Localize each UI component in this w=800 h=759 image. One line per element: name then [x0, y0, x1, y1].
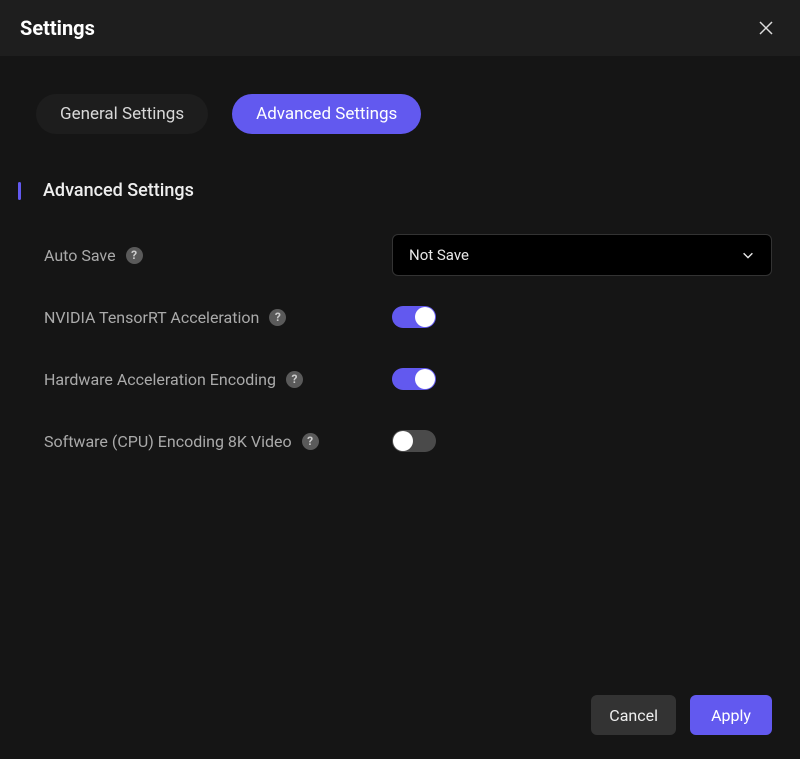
hwenc-toggle[interactable] — [392, 368, 436, 390]
cancel-button[interactable]: Cancel — [591, 695, 676, 735]
tab-advanced[interactable]: Advanced Settings — [232, 94, 421, 134]
footer-buttons: Cancel Apply — [591, 695, 772, 735]
settings-rows: Auto Save ? Not Save NVIDIA TensorRT Acc… — [28, 233, 772, 463]
close-button[interactable] — [752, 14, 780, 42]
autosave-label: Auto Save — [44, 246, 116, 265]
toggle-knob — [415, 307, 435, 327]
hwenc-label: Hardware Acceleration Encoding — [44, 370, 276, 389]
section-marker — [18, 182, 21, 200]
cpu8k-label: Software (CPU) Encoding 8K Video — [44, 432, 292, 451]
tab-general[interactable]: General Settings — [36, 94, 208, 134]
tensorrt-label: NVIDIA TensorRT Acceleration — [44, 308, 259, 327]
section-header: Advanced Settings — [18, 180, 772, 201]
page-title: Settings — [20, 16, 95, 40]
toggle-knob — [393, 431, 413, 451]
section-title: Advanced Settings — [43, 180, 194, 201]
titlebar: Settings — [0, 0, 800, 56]
row-cpu8k: Software (CPU) Encoding 8K Video ? — [44, 419, 772, 463]
close-icon — [758, 20, 774, 36]
row-label-wrap: NVIDIA TensorRT Acceleration ? — [44, 308, 392, 327]
row-label-wrap: Auto Save ? — [44, 246, 392, 265]
help-icon[interactable]: ? — [126, 247, 143, 264]
row-label-wrap: Hardware Acceleration Encoding ? — [44, 370, 392, 389]
row-label-wrap: Software (CPU) Encoding 8K Video ? — [44, 432, 392, 451]
autosave-select[interactable]: Not Save — [392, 234, 772, 276]
tensorrt-toggle[interactable] — [392, 306, 436, 328]
apply-button[interactable]: Apply — [690, 695, 772, 735]
row-autosave: Auto Save ? Not Save — [44, 233, 772, 277]
chevron-down-icon — [741, 248, 755, 262]
help-icon[interactable]: ? — [286, 371, 303, 388]
help-icon[interactable]: ? — [269, 309, 286, 326]
row-hwenc: Hardware Acceleration Encoding ? — [44, 357, 772, 401]
cpu8k-toggle[interactable] — [392, 430, 436, 452]
tabs: General Settings Advanced Settings — [28, 94, 772, 134]
content: General Settings Advanced Settings Advan… — [0, 56, 800, 463]
autosave-value: Not Save — [409, 246, 469, 264]
toggle-knob — [415, 369, 435, 389]
help-icon[interactable]: ? — [302, 433, 319, 450]
row-tensorrt: NVIDIA TensorRT Acceleration ? — [44, 295, 772, 339]
